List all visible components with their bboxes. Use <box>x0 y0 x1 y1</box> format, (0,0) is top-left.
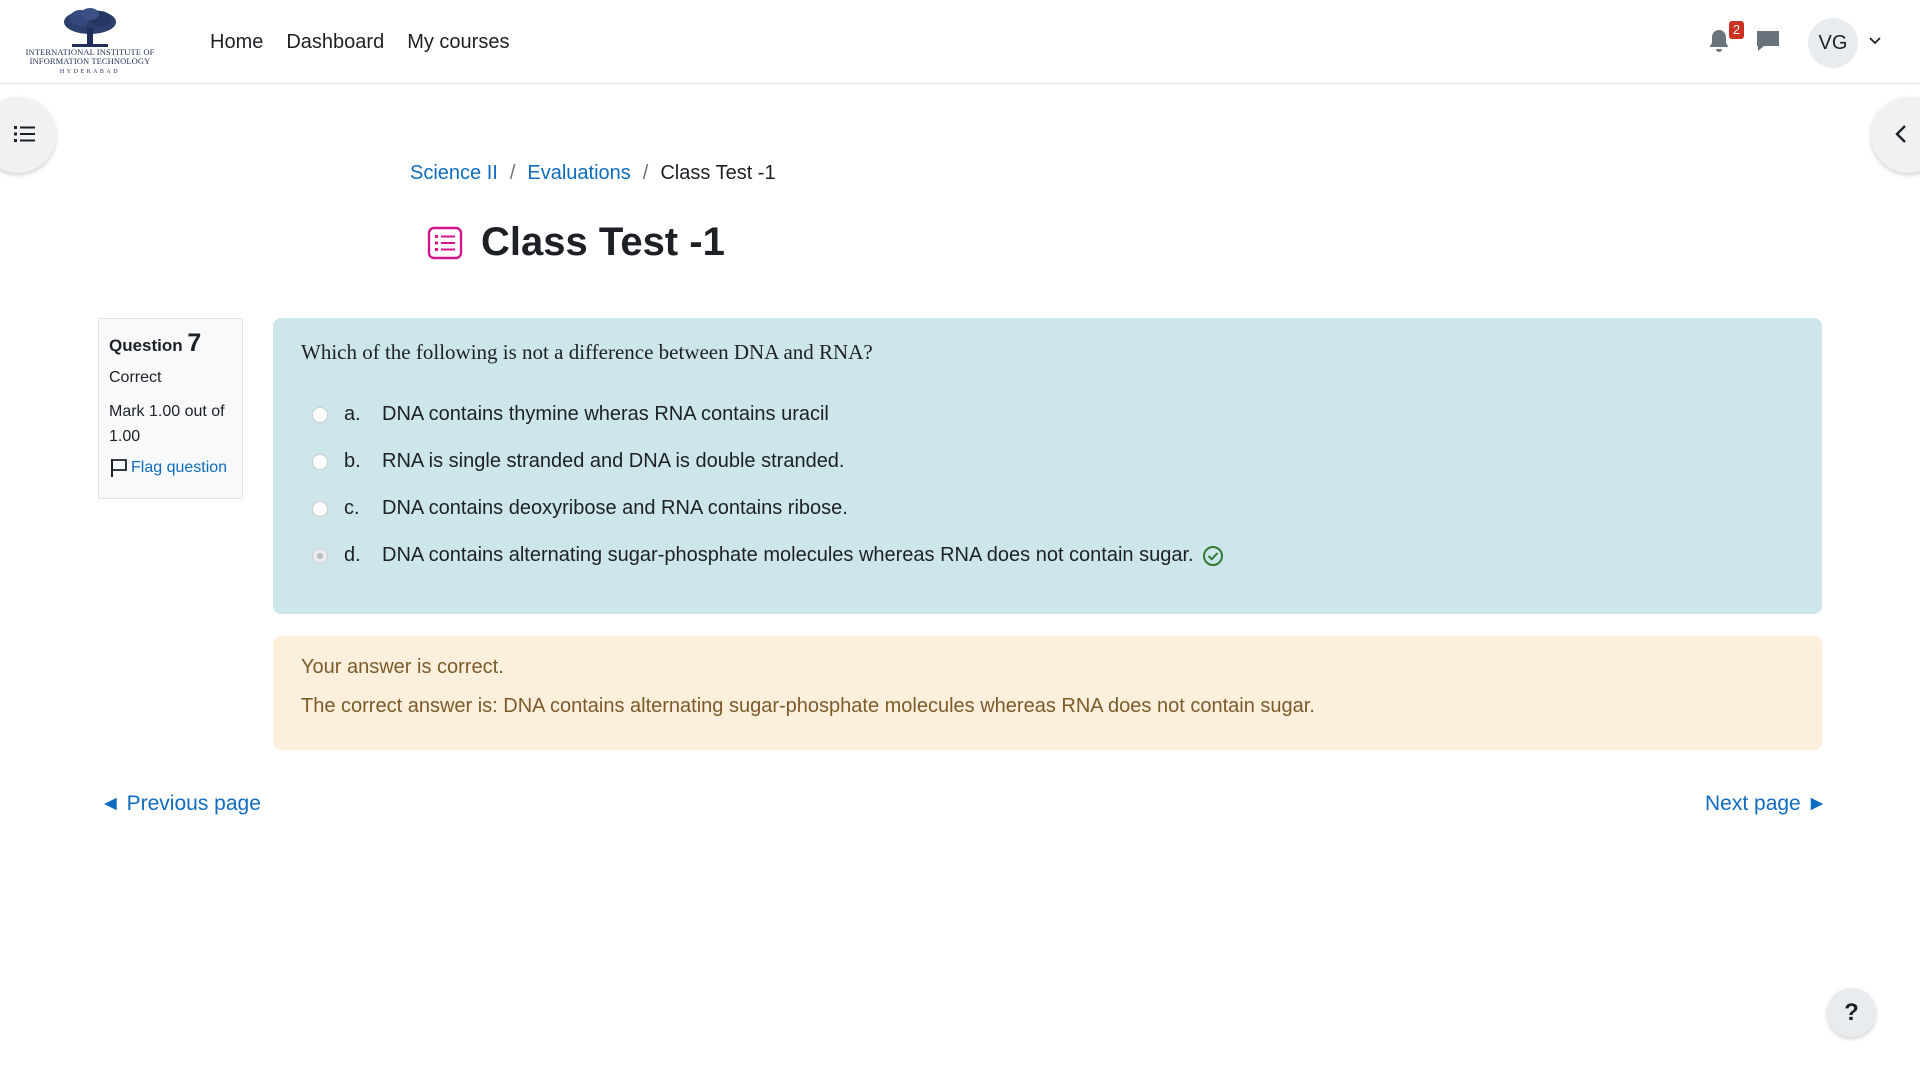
question-label: Question <box>109 336 183 355</box>
course-index-toggle[interactable] <box>0 97 56 173</box>
chevron-left-icon <box>1895 125 1906 143</box>
flag-question-label: Flag question <box>131 459 228 476</box>
previous-page-link[interactable]: ◄ Previous page <box>100 792 261 816</box>
answer-text: RNA is single stranded and DNA is double… <box>382 450 845 472</box>
answer-letter: d. <box>344 544 361 566</box>
feedback-result: Your answer is correct. <box>301 656 504 678</box>
answer-text: DNA contains alternating sugar-phosphate… <box>382 544 1194 566</box>
answer-radio[interactable] <box>312 406 328 423</box>
tree-logo-icon <box>64 8 116 47</box>
answer-radio[interactable] <box>312 453 328 470</box>
answer-option-b[interactable]: b. RNA is single stranded and DNA is dou… <box>301 438 1794 485</box>
site-logo[interactable]: INTERNATIONAL INSTITUTE OF INFORMATION T… <box>22 8 158 78</box>
primary-navigation: Home Dashboard My courses <box>210 0 509 84</box>
notification-bell-icon[interactable] <box>1707 28 1731 54</box>
answer-text: DNA contains deoxyribose and RNA contain… <box>382 497 848 519</box>
chevron-down-icon[interactable] <box>1868 34 1882 48</box>
logo-line-3: HYDERABAD <box>59 69 121 75</box>
nav-dashboard-link[interactable]: Dashboard <box>286 31 384 54</box>
breadcrumb-course-link[interactable]: Science II <box>410 162 498 185</box>
flag-icon <box>111 459 127 477</box>
feedback-correct-answer: The correct answer is: DNA contains alte… <box>301 695 1315 717</box>
answer-option-a[interactable]: a. DNA contains thymine wheras RNA conta… <box>301 391 1794 438</box>
answer-text: DNA contains thymine wheras RNA contains… <box>382 403 829 425</box>
page-title: Class Test -1 <box>481 220 725 264</box>
nav-my-courses-link[interactable]: My courses <box>407 31 509 54</box>
question-info-panel: Question 7 Correct Mark 1.00 out of 1.00… <box>98 318 243 499</box>
answer-option-d[interactable]: d. DNA contains alternating sugar-phosph… <box>301 532 1794 579</box>
answer-letter: c. <box>344 497 360 519</box>
logo-line-2: INFORMATION TECHNOLOGY <box>29 56 151 66</box>
logo-text: INTERNATIONAL INSTITUTE OF INFORMATION T… <box>22 48 158 77</box>
notification-count-badge: 2 <box>1729 21 1744 39</box>
answer-radio[interactable] <box>312 500 328 517</box>
breadcrumb-separator: / <box>509 162 516 184</box>
answer-list: a. DNA contains thymine wheras RNA conta… <box>301 391 1794 579</box>
flag-question-link[interactable]: Flag question <box>109 458 232 478</box>
correct-check-icon <box>1202 545 1223 566</box>
breadcrumb-current: Class Test -1 <box>660 162 776 184</box>
breadcrumb: Science II / Evaluations / Class Test -1 <box>410 162 776 185</box>
breadcrumb-separator: / <box>642 162 649 184</box>
messages-icon[interactable] <box>1755 29 1781 53</box>
user-avatar[interactable]: VG <box>1808 18 1858 68</box>
question-number: Question 7 <box>109 329 232 358</box>
answer-letter: a. <box>344 403 361 425</box>
answer-letter: b. <box>344 450 361 472</box>
quiz-icon <box>427 226 463 260</box>
question-grade: Mark 1.00 out of 1.00 <box>109 403 225 445</box>
breadcrumb-section-link[interactable]: Evaluations <box>527 162 630 185</box>
next-page-link[interactable]: Next page ► <box>1705 792 1827 816</box>
question-state: Correct <box>109 369 162 386</box>
answer-radio-selected[interactable] <box>312 547 328 564</box>
answer-option-c[interactable]: c. DNA contains deoxyribose and RNA cont… <box>301 485 1794 532</box>
top-navbar: INTERNATIONAL INSTITUTE OF INFORMATION T… <box>0 0 1920 84</box>
nav-home-link[interactable]: Home <box>210 31 263 54</box>
answer-feedback: Your answer is correct. The correct answ… <box>273 636 1822 750</box>
help-button[interactable]: ? <box>1827 988 1876 1037</box>
list-icon <box>14 126 35 142</box>
block-drawer-toggle[interactable] <box>1871 97 1920 173</box>
question-text: Which of the following is not a differen… <box>301 340 873 364</box>
question-number-value: 7 <box>187 329 202 357</box>
question-content: Which of the following is not a differen… <box>273 318 1822 614</box>
